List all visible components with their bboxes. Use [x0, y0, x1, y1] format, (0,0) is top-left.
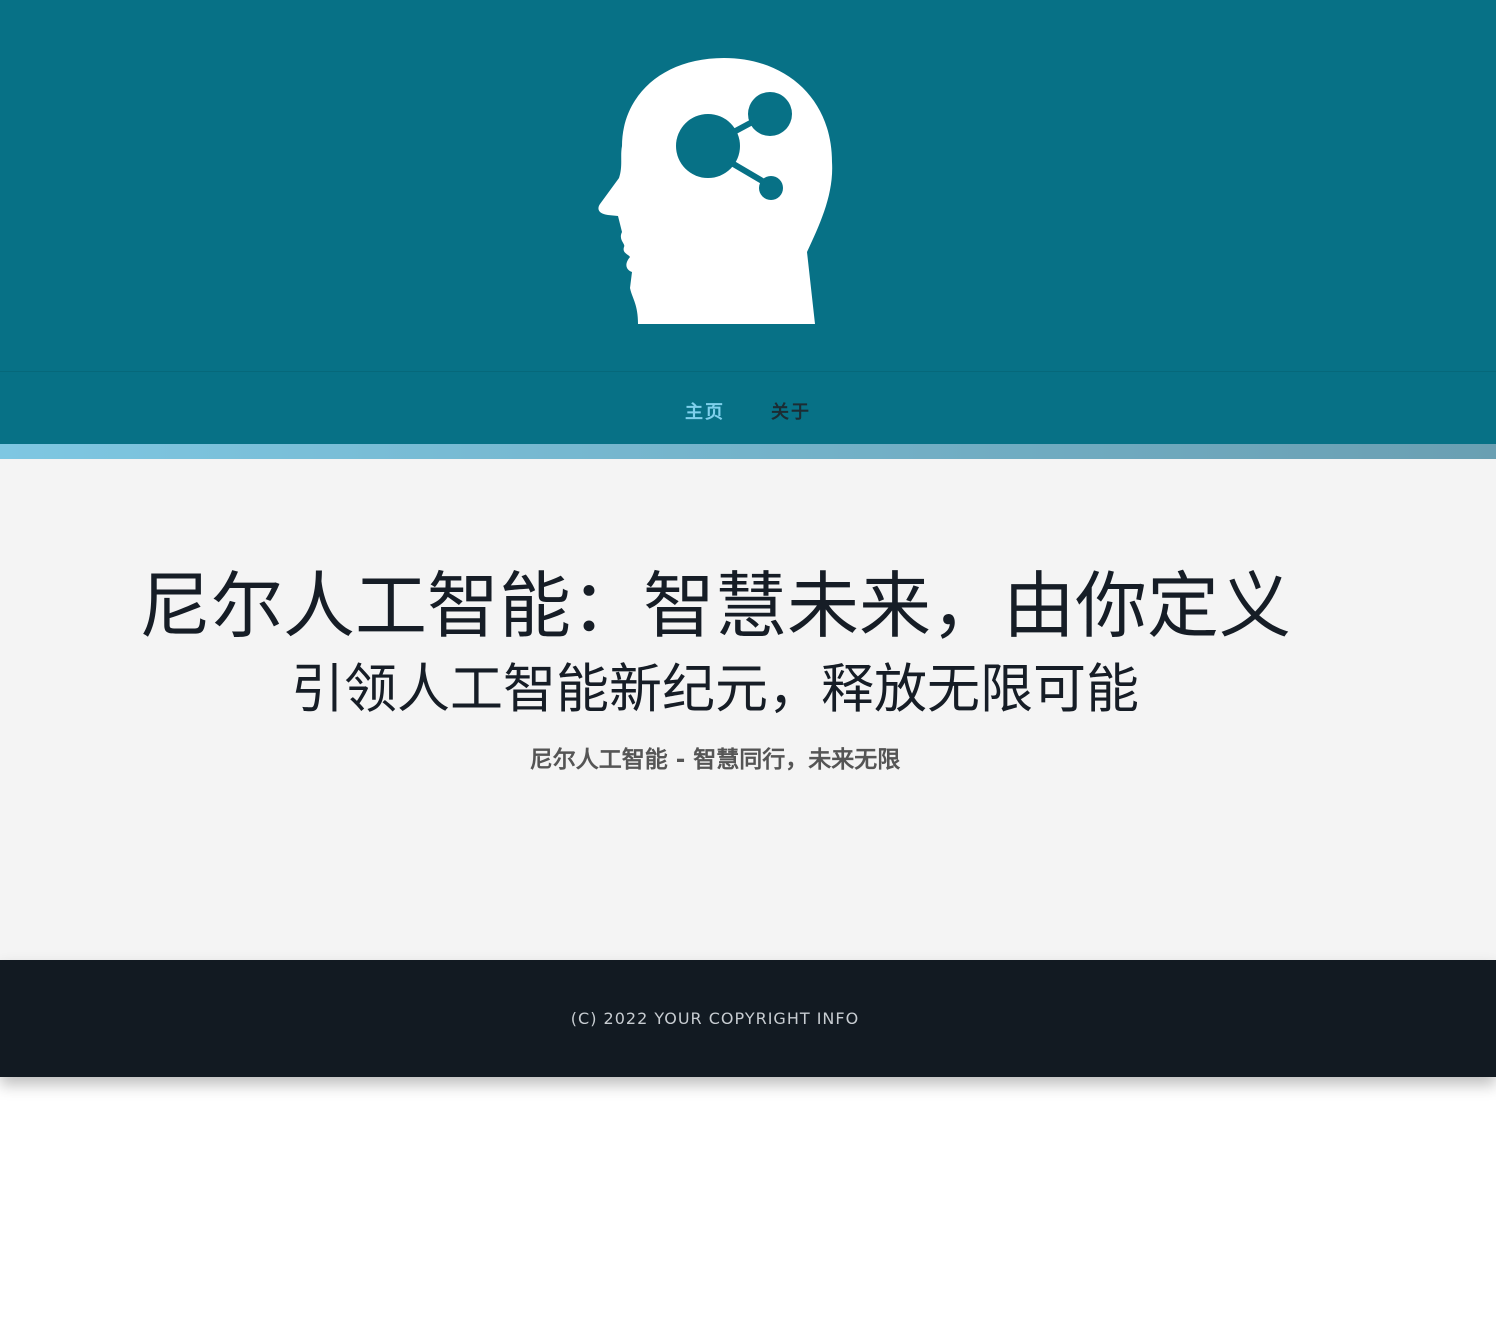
main-nav: 主页 关于	[0, 371, 1496, 444]
nav-item-about[interactable]: 关于	[771, 392, 811, 424]
hero-subtitle: 引领人工智能新纪元，释放无限可能	[291, 659, 1139, 720]
copyright-text: (C) 2022 YOUR COPYRIGHT INFO	[570, 1009, 860, 1028]
hero-title: 尼尔人工智能：智慧未来，由你定义	[138, 564, 1291, 648]
head-with-network-icon[interactable]	[596, 54, 836, 326]
hero-section: 尼尔人工智能：智慧未来，由你定义 引领人工智能新纪元，释放无限可能 尼尔人工智能…	[0, 459, 1496, 960]
accent-divider	[0, 444, 1496, 459]
site-footer: (C) 2022 YOUR COPYRIGHT INFO	[0, 960, 1496, 1077]
nav-item-home[interactable]: 主页	[685, 392, 725, 424]
hero-tagline: 尼尔人工智能 - 智慧同行，未来无限	[529, 747, 901, 773]
site-header	[0, 0, 1496, 371]
